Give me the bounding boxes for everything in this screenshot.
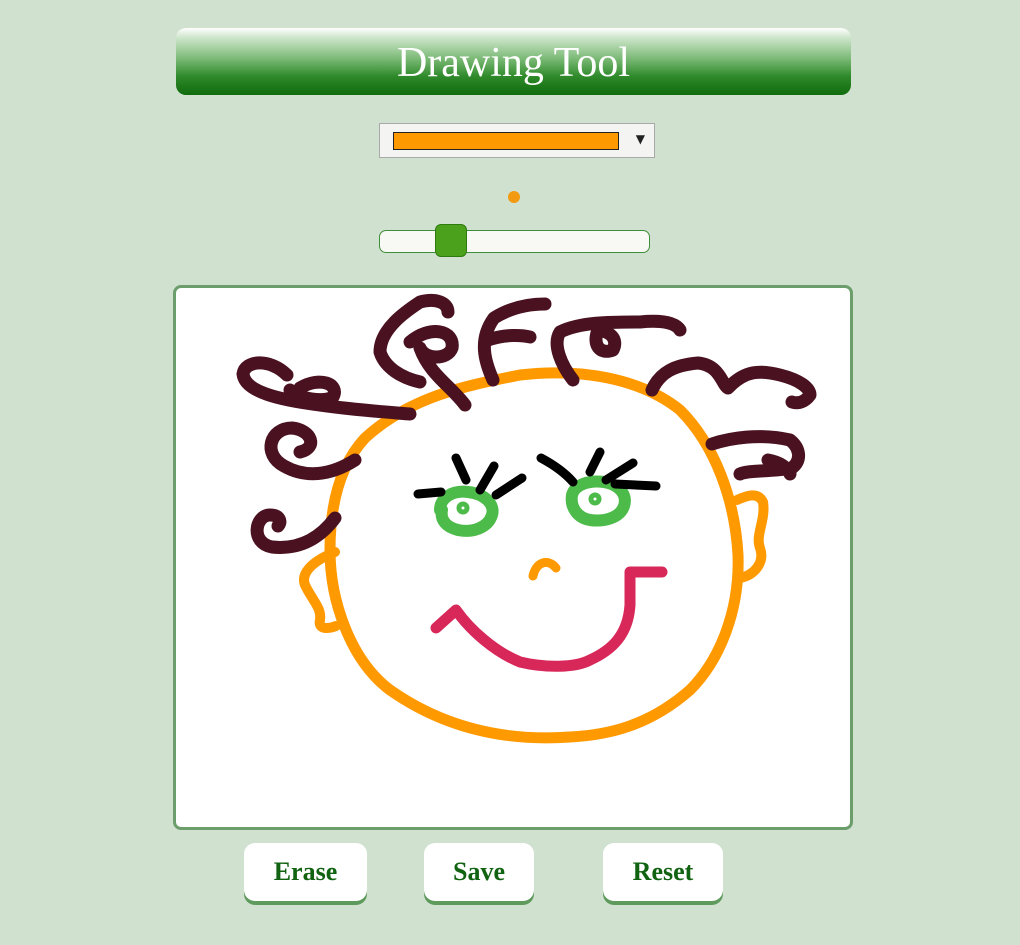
drawing-surface [236,293,817,744]
nose-stroke [528,558,561,581]
erase-button[interactable]: Erase [244,843,367,901]
brush-size-preview [508,191,520,203]
face-outline-stroke [324,367,744,744]
eye-right-pupil [588,492,602,506]
mouth-stroke [430,566,668,672]
drawing-canvas[interactable] [173,285,853,830]
chevron-down-icon: ▼ [635,132,645,146]
slider-thumb[interactable] [435,224,467,257]
app-header: Drawing Tool [176,28,851,95]
selected-color-swatch [393,132,619,150]
brush-size-slider[interactable] [379,224,650,257]
color-select[interactable]: ▼ [379,123,655,158]
save-button[interactable]: Save [424,843,534,901]
eye-left-pupil [456,501,470,515]
page-title: Drawing Tool [396,39,631,86]
reset-button[interactable]: Reset [603,843,723,901]
